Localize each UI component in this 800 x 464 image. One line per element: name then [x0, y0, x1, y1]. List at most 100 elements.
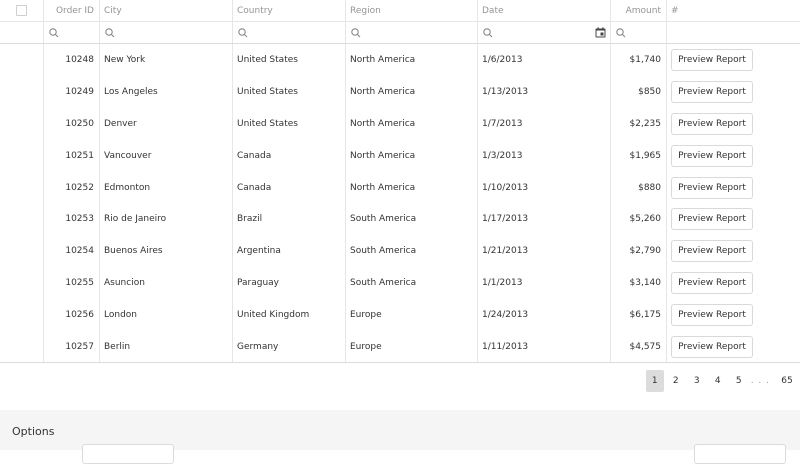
preview-report-button[interactable]: Preview Report: [671, 272, 753, 295]
cell-region: North America: [346, 171, 478, 204]
row-select-cell[interactable]: [0, 171, 44, 204]
row-select-cell[interactable]: [0, 331, 44, 363]
row-select-cell[interactable]: [0, 139, 44, 172]
grid-bottom-border: [0, 362, 800, 363]
row-select-cell[interactable]: [0, 203, 44, 236]
search-icon: [238, 27, 248, 37]
search-icon: [483, 27, 493, 37]
column-header-city[interactable]: City: [100, 0, 233, 21]
cell-city: London: [100, 299, 233, 332]
row-select-cell[interactable]: [0, 235, 44, 268]
cell-region: Europe: [346, 299, 478, 332]
cell-amount: $1,740: [611, 44, 667, 76]
preview-report-button[interactable]: Preview Report: [671, 240, 753, 263]
column-header-amount[interactable]: Amount: [611, 0, 667, 21]
cell-actions: Preview Report: [667, 44, 800, 76]
preview-report-button[interactable]: Preview Report: [671, 208, 753, 231]
cell-city: Edmonton: [100, 171, 233, 204]
page-2-button[interactable]: 2: [667, 370, 685, 392]
cell-amount: $6,175: [611, 299, 667, 332]
cell-city: Rio de Janeiro: [100, 203, 233, 236]
table-row: 10253 Rio de Janeiro Brazil South Americ…: [0, 203, 800, 236]
cell-region: South America: [346, 203, 478, 236]
cell-date: 1/24/2013: [478, 299, 611, 332]
row-select-cell[interactable]: [0, 267, 44, 300]
page-3-button[interactable]: 3: [688, 370, 706, 392]
cell-region: Europe: [346, 331, 478, 363]
orders-data-grid: Order ID City Country Region Date Amount…: [0, 0, 800, 363]
cell-amount: $2,235: [611, 107, 667, 140]
cell-date: 1/17/2013: [478, 203, 611, 236]
cell-country: Paraguay: [233, 267, 346, 300]
cell-region: South America: [346, 267, 478, 300]
row-select-cell[interactable]: [0, 44, 44, 76]
preview-report-button[interactable]: Preview Report: [671, 48, 753, 71]
search-icon: [49, 27, 59, 37]
row-select-cell[interactable]: [0, 75, 44, 108]
column-header-region[interactable]: Region: [346, 0, 478, 21]
cell-date: 1/10/2013: [478, 171, 611, 204]
cell-country: Canada: [233, 139, 346, 172]
cell-city: New York: [100, 44, 233, 76]
page-4-button[interactable]: 4: [709, 370, 727, 392]
options-control-left[interactable]: [82, 444, 174, 464]
preview-report-button[interactable]: Preview Report: [671, 144, 753, 167]
preview-report-button[interactable]: Preview Report: [671, 304, 753, 327]
filter-region[interactable]: [346, 22, 478, 43]
cell-amount: $3,140: [611, 267, 667, 300]
pagination: 1 2 3 4 5 . . . 65: [643, 370, 800, 392]
preview-report-button[interactable]: Preview Report: [671, 112, 753, 135]
page-5-button[interactable]: 5: [730, 370, 748, 392]
cell-order-id: 10249: [44, 75, 100, 108]
cell-region: South America: [346, 235, 478, 268]
page-last-button[interactable]: 65: [778, 370, 796, 392]
column-header-date[interactable]: Date: [478, 0, 611, 21]
filter-city[interactable]: [100, 22, 233, 43]
table-row: 10254 Buenos Aires Argentina South Ameri…: [0, 235, 800, 268]
cell-date: 1/6/2013: [478, 44, 611, 76]
preview-report-button[interactable]: Preview Report: [671, 335, 753, 358]
cell-actions: Preview Report: [667, 235, 800, 267]
row-select-cell[interactable]: [0, 299, 44, 332]
preview-report-button[interactable]: Preview Report: [671, 80, 753, 103]
filter-amount[interactable]: [611, 22, 667, 43]
filter-order-id[interactable]: [44, 22, 100, 43]
row-select-cell[interactable]: [0, 107, 44, 140]
filter-country[interactable]: [233, 22, 346, 43]
filter-cell-actions: [667, 22, 800, 43]
options-control-right[interactable]: [694, 444, 786, 464]
cell-date: 1/21/2013: [478, 235, 611, 268]
column-header-country[interactable]: Country: [233, 0, 346, 21]
cell-country: United States: [233, 75, 346, 108]
cell-city: Denver: [100, 107, 233, 140]
table-row: 10249 Los Angeles United States North Am…: [0, 75, 800, 108]
select-all-cell: [0, 0, 44, 21]
filter-date[interactable]: [478, 22, 611, 43]
cell-country: Canada: [233, 171, 346, 204]
grid-filter-row: [0, 22, 800, 44]
cell-actions: Preview Report: [667, 203, 800, 235]
calendar-icon[interactable]: [595, 27, 606, 38]
column-header-order-id[interactable]: Order ID: [44, 0, 100, 21]
cell-date: 1/11/2013: [478, 331, 611, 363]
cell-region: North America: [346, 107, 478, 140]
cell-amount: $880: [611, 171, 667, 204]
page-1-button[interactable]: 1: [645, 370, 664, 392]
preview-report-button[interactable]: Preview Report: [671, 176, 753, 199]
cell-actions: Preview Report: [667, 331, 800, 363]
cell-region: North America: [346, 44, 478, 76]
grid-header-row: Order ID City Country Region Date Amount…: [0, 0, 800, 22]
cell-amount: $2,790: [611, 235, 667, 268]
search-icon: [105, 27, 115, 37]
cell-order-id: 10255: [44, 267, 100, 300]
cell-date: 1/13/2013: [478, 75, 611, 108]
page-ellipsis: . . .: [750, 376, 770, 386]
cell-country: United Kingdom: [233, 299, 346, 332]
cell-city: Berlin: [100, 331, 233, 363]
column-header-actions: #: [671, 5, 679, 16]
cell-actions: Preview Report: [667, 76, 800, 108]
cell-order-id: 10251: [44, 139, 100, 172]
select-all-checkbox[interactable]: [16, 5, 27, 16]
search-icon: [351, 27, 361, 37]
search-icon: [616, 27, 626, 37]
